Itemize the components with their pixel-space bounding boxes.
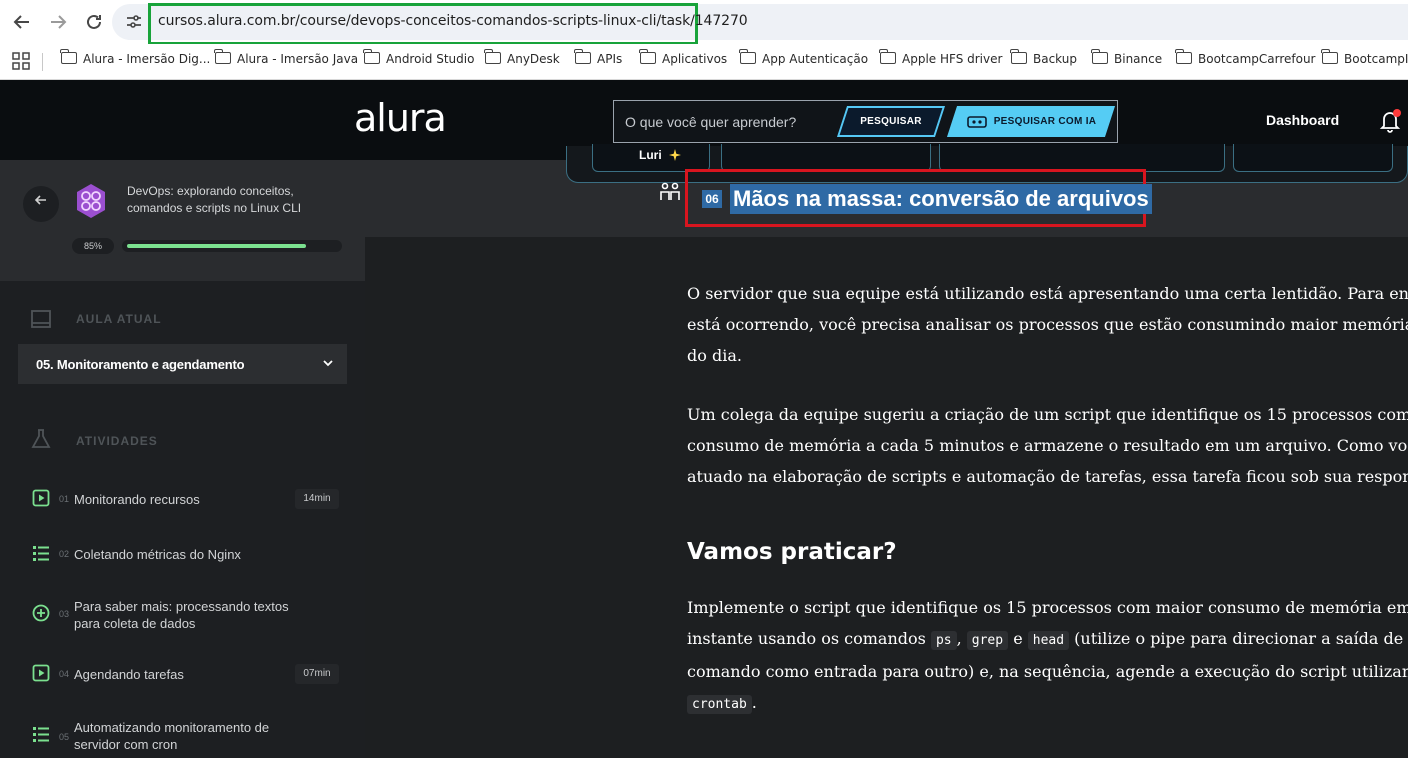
folder-icon	[1010, 49, 1027, 64]
course-progress-bar	[122, 240, 342, 252]
book-icon	[30, 308, 52, 330]
course-progress-fill	[127, 244, 306, 248]
paragraph: Implemente o script que identifique os 1…	[687, 598, 1408, 714]
folder-icon	[879, 49, 896, 64]
play-icon	[32, 664, 50, 682]
back-button[interactable]	[23, 186, 59, 222]
task-title-band: Luri 06 Mãos na massa: conversão de arqu…	[365, 144, 1408, 237]
folder-icon	[1175, 49, 1192, 64]
folder-icon	[639, 49, 656, 64]
activity-item[interactable]: 02 Coletando métricas do Nginx	[30, 544, 350, 568]
bookmark-item[interactable]: Backup	[1010, 49, 1077, 72]
tab-luri[interactable]: Luri	[592, 144, 710, 172]
step-number: 06	[702, 190, 722, 208]
bookmarks-bar: Alura - Imersão Dig... Alura - Imersão J…	[0, 44, 1408, 80]
list-icon	[33, 546, 49, 561]
url-text[interactable]: cursos.alura.com.br/course/devops-concei…	[158, 13, 748, 29]
notification-bell-icon[interactable]	[1378, 108, 1402, 134]
back-arrow-icon[interactable]	[10, 10, 34, 34]
browser-toolbar: cursos.alura.com.br/course/devops-concei…	[0, 0, 1408, 45]
arrow-left-icon	[34, 195, 46, 205]
course-sidebar: DevOps: explorando conceitos, comandos e…	[0, 160, 365, 758]
bookmark-item[interactable]: App Autenticação	[739, 49, 868, 72]
task-tab[interactable]	[721, 144, 931, 172]
sparkle-icon	[669, 149, 681, 161]
bookmark-item[interactable]: APIs	[574, 49, 622, 72]
bookmark-item[interactable]: Android Studio	[363, 49, 474, 72]
inline-code: crontab	[687, 695, 752, 714]
plus-circle-icon	[32, 604, 50, 622]
search-button[interactable]: PESQUISAR	[836, 106, 946, 137]
folder-icon	[574, 49, 591, 64]
page-title: Mãos na massa: conversão de arquivos	[730, 184, 1152, 214]
site-info-icon[interactable]	[124, 12, 144, 32]
module-select-value: 05. Monitoramento e agendamento	[36, 357, 245, 372]
activities-label: ATIVIDADES	[76, 434, 158, 448]
ai-robot-icon	[966, 115, 987, 128]
alura-logo[interactable]: alura	[354, 96, 447, 140]
folder-icon	[739, 49, 756, 64]
paragraph: Um colega da equipe sugeriu a criação de…	[687, 405, 1408, 486]
main-content: Luri 06 Mãos na massa: conversão de arqu…	[365, 144, 1408, 758]
search-input[interactable]: O que você quer aprender? PESQUISAR PESQ…	[613, 100, 1118, 143]
forward-arrow-icon[interactable]	[46, 10, 70, 34]
task-tab[interactable]	[939, 144, 1225, 172]
folder-icon	[1321, 49, 1338, 64]
bookmark-item[interactable]: Aplicativos	[639, 49, 727, 72]
folder-icon	[60, 49, 77, 64]
reload-icon[interactable]	[82, 10, 106, 34]
current-lesson-label: AULA ATUAL	[76, 312, 162, 326]
inline-code: head	[1027, 631, 1070, 650]
inline-code: grep	[966, 631, 1009, 650]
folder-icon	[1091, 49, 1108, 64]
bookmark-item[interactable]: BootcampCarrefour	[1175, 49, 1316, 72]
search-placeholder: O que você quer aprender?	[625, 114, 797, 130]
activity-item[interactable]: 05 Automatizando monitoramento de servid…	[30, 720, 350, 758]
group-people-icon	[659, 182, 681, 202]
ai-search-button[interactable]: PESQUISAR COM IA	[946, 106, 1116, 137]
bookmark-item[interactable]: AnyDesk	[484, 49, 560, 72]
dashboard-link[interactable]: Dashboard	[1266, 112, 1339, 128]
section-heading: Vamos praticar?	[687, 539, 897, 565]
bookmark-item[interactable]: Alura - Imersão Dig...	[60, 49, 210, 72]
apps-grid-icon[interactable]	[12, 52, 30, 70]
bookmark-item[interactable]: Binance	[1091, 49, 1162, 72]
activity-item[interactable]: 04 Agendando tarefas 07min	[30, 664, 350, 688]
course-title: DevOps: explorando conceitos, comandos e…	[127, 184, 302, 215]
inline-code: ps	[930, 631, 957, 650]
course-badge-icon	[73, 182, 109, 220]
play-icon	[32, 489, 50, 507]
bookmarks-separator	[42, 53, 43, 71]
activity-item[interactable]: 03 Para saber mais: processando textos p…	[30, 599, 350, 640]
flask-icon	[30, 428, 52, 450]
folder-icon	[484, 49, 501, 64]
progress-percent: 85%	[72, 238, 114, 254]
bookmark-item[interactable]: BootcampIn	[1321, 49, 1408, 72]
bookmark-item[interactable]: Apple HFS driver	[879, 49, 1002, 72]
bookmark-item[interactable]: Alura - Imersão Java	[214, 49, 358, 72]
task-article: O servidor que sua equipe está utilizand…	[687, 278, 1408, 720]
paragraph: O servidor que sua equipe está utilizand…	[687, 284, 1408, 365]
folder-icon	[363, 49, 380, 64]
chevron-down-icon	[323, 360, 333, 367]
folder-icon	[214, 49, 231, 64]
module-select[interactable]: 05. Monitoramento e agendamento	[18, 344, 347, 384]
list-icon	[33, 727, 49, 742]
activity-item[interactable]: 01 Monitorando recursos 14min	[30, 489, 350, 513]
task-tab[interactable]	[1233, 144, 1393, 172]
course-header: DevOps: explorando conceitos, comandos e…	[0, 160, 365, 281]
